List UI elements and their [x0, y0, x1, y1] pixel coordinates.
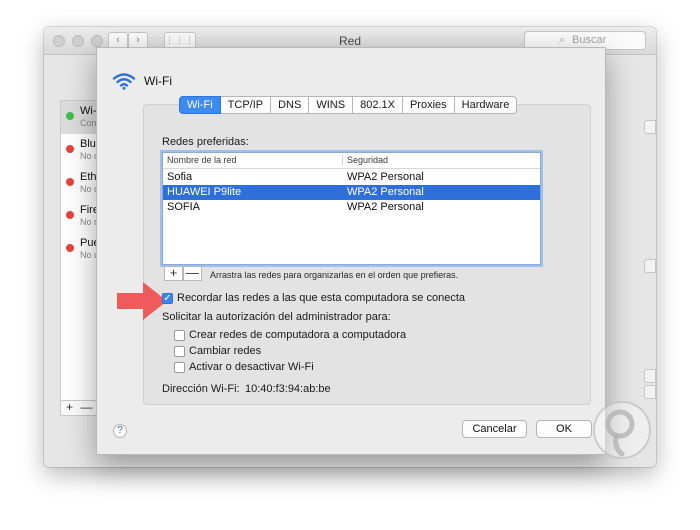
column-header-name[interactable]: Nombre de la red	[167, 155, 237, 165]
status-dot-icon	[66, 178, 74, 186]
change-networks-checkbox[interactable]	[174, 346, 185, 357]
network-name: SOFIA	[167, 201, 201, 213]
wifi-address-value: 10:40:f3:94:ab:be	[245, 383, 331, 395]
table-row[interactable]: Sofia WPA2 Personal	[163, 170, 540, 185]
watermark-logo	[593, 401, 651, 459]
status-dot-icon	[66, 145, 74, 153]
service-status: Con	[80, 118, 97, 128]
network-name: Sofia	[167, 171, 193, 183]
add-service-button[interactable]: +	[61, 401, 78, 414]
wifi-advanced-sheet: Wi-Fi Wi-Fi TCP/IP DNS WINS 802.1X Proxi…	[96, 47, 606, 455]
cancel-button[interactable]: Cancelar	[462, 420, 527, 438]
drag-hint-text: Arrastra las redes para organizarlas en …	[210, 270, 459, 280]
network-name: HUAWEI P9lite	[167, 186, 242, 198]
wifi-icon	[112, 73, 136, 90]
background-control	[644, 259, 656, 273]
remember-networks-label: Recordar las redes a las que esta comput…	[177, 292, 465, 304]
ok-button[interactable]: OK	[536, 420, 592, 438]
column-separator	[342, 155, 343, 166]
tab-tcpip[interactable]: TCP/IP	[220, 96, 272, 114]
change-networks-label: Cambiar redes	[189, 345, 262, 357]
toggle-wifi-checkbox[interactable]	[174, 362, 185, 373]
network-security: WPA2 Personal	[347, 186, 424, 198]
admin-auth-label: Solicitar la autorización del administra…	[162, 311, 391, 323]
sidebar-toolbar: + —	[60, 400, 100, 416]
remember-networks-checkbox[interactable]: ✓	[162, 293, 173, 304]
column-header-security[interactable]: Seguridad	[347, 155, 388, 165]
tab-dns[interactable]: DNS	[271, 96, 310, 114]
table-row[interactable]: HUAWEI P9lite WPA2 Personal	[163, 185, 540, 200]
background-control	[644, 120, 656, 134]
preferred-networks-label: Redes preferidas:	[162, 136, 249, 148]
status-dot-icon	[66, 211, 74, 219]
toggle-wifi-label: Activar o desactivar Wi-Fi	[189, 361, 314, 373]
status-dot-icon	[66, 244, 74, 252]
tab-wins[interactable]: WINS	[309, 96, 354, 114]
table-row[interactable]: SOFIA WPA2 Personal	[163, 200, 540, 215]
background-control	[644, 369, 656, 383]
arrow-icon	[117, 282, 167, 320]
checkmark-icon: ✓	[163, 293, 172, 304]
preferred-networks-table[interactable]: Nombre de la red Seguridad Sofia WPA2 Pe…	[162, 152, 541, 265]
sheet-title: Wi-Fi	[144, 74, 172, 88]
help-button[interactable]: ?	[113, 424, 127, 438]
tab-proxies[interactable]: Proxies	[402, 96, 455, 114]
status-dot-icon	[66, 112, 74, 120]
table-header: Nombre de la red Seguridad	[163, 153, 540, 169]
background-control	[644, 385, 656, 399]
create-computer-networks-checkbox[interactable]	[174, 330, 185, 341]
network-security: WPA2 Personal	[347, 201, 424, 213]
remove-service-button[interactable]: —	[78, 401, 95, 414]
tab-wifi[interactable]: Wi-Fi	[179, 96, 221, 114]
tab-bar: Wi-Fi TCP/IP DNS WINS 802.1X Proxies Har…	[179, 96, 518, 114]
create-computer-networks-label: Crear redes de computadora a computadora	[189, 329, 407, 341]
tab-hardware[interactable]: Hardware	[454, 96, 518, 114]
add-network-button[interactable]: +	[164, 266, 183, 281]
wifi-address-label: Dirección Wi-Fi:	[162, 383, 240, 395]
service-name: Wi-	[80, 105, 97, 117]
tab-8021x[interactable]: 802.1X	[353, 96, 403, 114]
remove-network-button[interactable]: —	[183, 266, 202, 281]
network-security: WPA2 Personal	[347, 171, 424, 183]
